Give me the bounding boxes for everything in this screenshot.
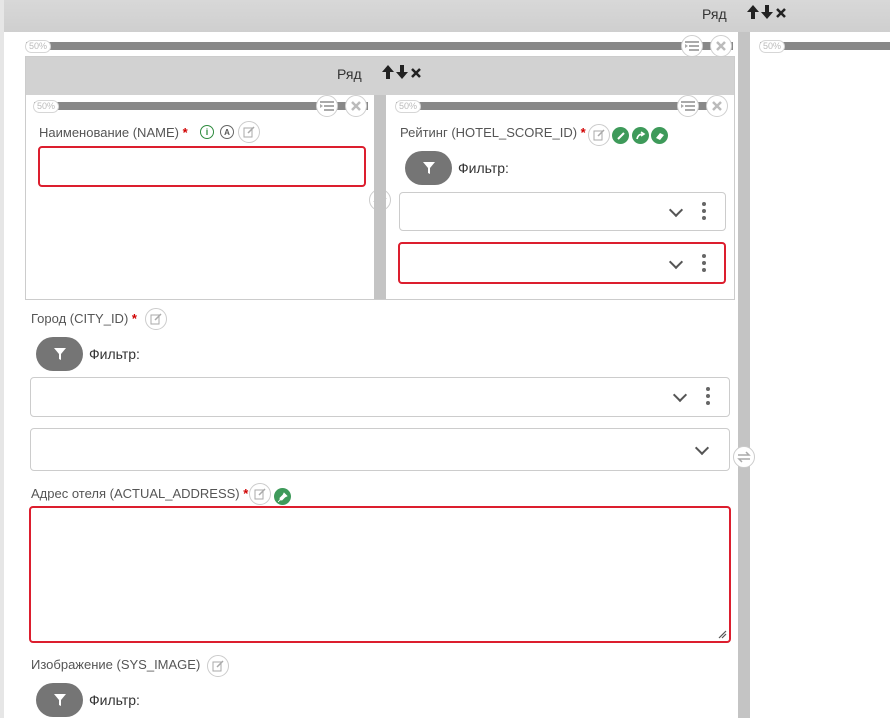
- share-arrow-icon[interactable]: [632, 127, 649, 144]
- inner-col-right-close-icon[interactable]: [706, 95, 728, 117]
- address-field-label: Адрес отеля (ACTUAL_ADDRESS) *: [31, 486, 249, 501]
- image-filter-button[interactable]: [36, 683, 83, 717]
- info-icon[interactable]: i: [200, 125, 214, 139]
- name-edit-icon[interactable]: [238, 121, 260, 143]
- resize-handle-icon[interactable]: [717, 629, 727, 639]
- city-edit-icon[interactable]: [145, 308, 167, 330]
- more-vertical-icon[interactable]: [702, 254, 706, 275]
- outer-col-right-percent: 50%: [759, 40, 786, 53]
- inner-col-left-percent: 50%: [33, 100, 60, 113]
- image-filter-label: Фильтр:: [89, 692, 140, 708]
- outer-col-divider: [738, 32, 750, 718]
- inner-col-gutter: [374, 95, 386, 299]
- pin-icon[interactable]: [274, 488, 291, 505]
- inner-col-right-percent: 50%: [395, 100, 422, 113]
- auto-value-icon[interactable]: A: [220, 125, 234, 139]
- required-marker: *: [131, 311, 137, 326]
- more-vertical-icon[interactable]: [706, 387, 710, 408]
- outer-col-left-percent: 50%: [25, 40, 52, 53]
- more-vertical-icon[interactable]: [702, 202, 706, 223]
- required-marker: *: [182, 125, 188, 140]
- filter-icon: [53, 348, 66, 360]
- filter-icon: [53, 694, 66, 706]
- hotel-score-edit-icon[interactable]: [588, 124, 610, 146]
- outer-row-label: Ряд: [702, 6, 727, 22]
- pencil-icon[interactable]: [612, 127, 629, 144]
- inner-row-header: [26, 57, 734, 95]
- city-filter-label: Фильтр:: [89, 346, 140, 362]
- up-down-close-icon[interactable]: [381, 63, 425, 81]
- inner-col-left-settings-icon[interactable]: [316, 95, 338, 117]
- page-left-border: [0, 0, 4, 718]
- required-marker: *: [580, 125, 586, 140]
- outer-col-left-bar[interactable]: [26, 42, 733, 50]
- address-textarea[interactable]: [29, 506, 731, 643]
- hotel-score-field-label: Рейтинг (HOTEL_SCORE_ID) *: [400, 125, 586, 140]
- name-input[interactable]: [38, 146, 366, 187]
- eraser-icon[interactable]: [651, 127, 668, 144]
- up-down-close-icon[interactable]: [746, 3, 790, 21]
- outer-row-move-controls[interactable]: [746, 3, 790, 26]
- inner-row-move-controls[interactable]: [381, 63, 425, 86]
- required-marker: *: [243, 486, 249, 501]
- inner-row-label: Ряд: [337, 66, 362, 82]
- outer-col-left-settings-icon[interactable]: [681, 35, 703, 57]
- city-filter-button[interactable]: [36, 337, 83, 371]
- address-edit-icon[interactable]: [249, 483, 271, 505]
- outer-col-left-close-icon[interactable]: [710, 35, 732, 57]
- image-edit-icon[interactable]: [207, 655, 229, 677]
- filter-icon: [422, 162, 435, 174]
- city-field-label: Город (CITY_ID) *: [31, 311, 137, 326]
- city-select-1[interactable]: [30, 377, 730, 417]
- outer-col-swap-icon[interactable]: [733, 446, 755, 468]
- hotel-score-filter-label: Фильтр:: [458, 160, 509, 176]
- image-field-label: Изображение (SYS_IMAGE): [31, 657, 201, 672]
- inner-col-left-close-icon[interactable]: [345, 95, 367, 117]
- inner-col-right-settings-icon[interactable]: [677, 95, 699, 117]
- name-field-label: Наименование (NAME) *: [39, 125, 188, 140]
- city-select-2[interactable]: [30, 428, 730, 471]
- hotel-score-filter-button[interactable]: [405, 151, 452, 185]
